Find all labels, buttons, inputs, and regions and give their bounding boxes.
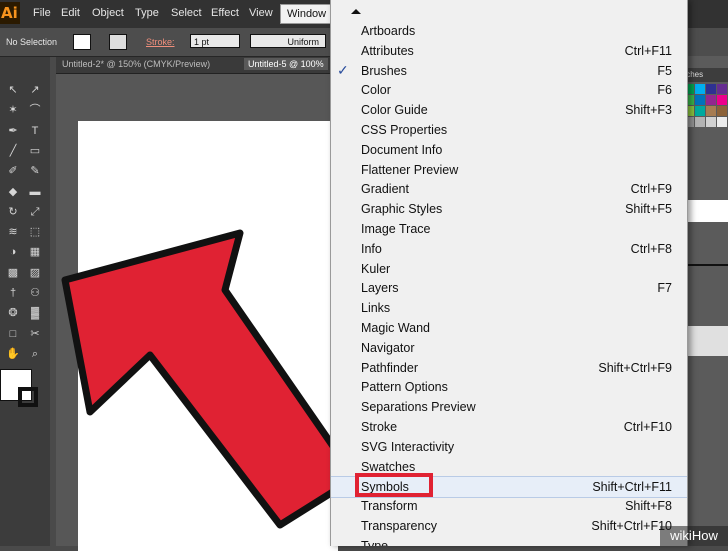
menu-item-label: Separations Preview [361, 400, 476, 415]
checkmark-icon: ✓ [337, 61, 349, 78]
menu-item-shortcut: Ctrl+F8 [630, 241, 672, 256]
menu-item-label: Flattener Preview [361, 162, 459, 177]
menu-item-label: Stroke [361, 420, 398, 434]
menu-item-label: Info [361, 241, 382, 256]
highlight-box [355, 473, 433, 498]
menu-item-color-guide[interactable]: Color Guide Shift+F3 [331, 100, 687, 120]
menu-item-brushes[interactable]: ✓ Brushes F5 [331, 61, 687, 81]
menu-item-label: Color [361, 83, 391, 98]
menu-item-shortcut: F6 [657, 83, 672, 98]
menu-item-label: SVG Interactivity [361, 439, 455, 454]
menu-item-label: Magic Wand [361, 321, 431, 335]
menu-item-label: CSS Properties [361, 123, 448, 137]
menu-item-label: Swatches [361, 459, 416, 474]
menu-item-transparency[interactable]: Transparency Shift+Ctrl+F10 [331, 516, 687, 536]
menu-item-label: Layers [361, 281, 399, 296]
menu-item-type[interactable]: Type [331, 536, 687, 546]
menu-item-shortcut: Shift+Ctrl+F9 [598, 360, 672, 375]
menu-item-pattern-options[interactable]: Pattern Options [331, 377, 687, 397]
menu-item-label: Type [361, 538, 389, 546]
menu-item-shortcut: F7 [657, 281, 672, 296]
menu-item-stroke[interactable]: Stroke Ctrl+F10 [331, 417, 687, 437]
menu-item-attributes[interactable]: Attributes Ctrl+F11 [331, 41, 687, 61]
menu-item-svg-interactivity[interactable]: SVG Interactivity [331, 437, 687, 457]
menu-item-label: Navigator [361, 340, 415, 355]
menu-item-artboards[interactable]: Artboards [331, 21, 687, 41]
menu-item-magic-wand[interactable]: Magic Wand [331, 318, 687, 338]
menu-item-label: Image Trace [361, 222, 431, 236]
menu-item-shortcut: Ctrl+F9 [630, 182, 672, 197]
menu-item-label: Pattern Options [361, 380, 448, 395]
watermark: wikiHow [660, 526, 728, 546]
menu-item-shortcut: Ctrl+F11 [624, 43, 672, 58]
menu-item-graphic-styles[interactable]: Graphic Styles Shift+F5 [331, 199, 687, 219]
window-menu-dropdown: Artboards Attributes Ctrl+F11 ✓ Brushes F5 Col… [330, 0, 688, 546]
menu-item-label: Transform [361, 499, 418, 514]
menu-item-label: Gradient [361, 182, 409, 197]
menu-item-document-info[interactable]: Document Info [331, 140, 687, 160]
menu-item-shortcut: Shift+F5 [625, 202, 672, 217]
menu-item-label: Pathfinder [361, 360, 418, 375]
menu-item-label: Graphic Styles [361, 202, 443, 217]
menu-item-label: Links [361, 301, 391, 316]
menu-item-gradient[interactable]: Gradient Ctrl+F9 [331, 179, 687, 199]
menu-item-shortcut: Shift+F8 [625, 499, 672, 514]
menu-item-navigator[interactable]: Navigator [331, 338, 687, 358]
menu-item-symbols[interactable]: Symbols Shift+Ctrl+F11 [331, 473, 687, 499]
menu-item-label: Document Info [361, 142, 443, 157]
menu-item-label: Kuler [361, 261, 391, 276]
menu-item-css-properties[interactable]: CSS Properties [331, 120, 687, 140]
menu-item-shortcut: Ctrl+F10 [623, 420, 672, 434]
menu-item-pathfinder[interactable]: Pathfinder Shift+Ctrl+F9 [331, 358, 687, 378]
scroll-up-arrow-icon[interactable] [351, 9, 361, 14]
menu-item-layers[interactable]: Layers F7 [331, 278, 687, 298]
menu-item-label: Attributes [361, 43, 414, 58]
menu-item-label: Color Guide [361, 103, 428, 118]
menu-item-shortcut: Shift+F3 [625, 103, 672, 118]
menu-item-label: Transparency [361, 519, 437, 533]
menu-item-label: Artboards [361, 24, 416, 38]
menu-item-image-trace[interactable]: Image Trace [331, 219, 687, 239]
menu-item-shortcut: F5 [657, 63, 672, 78]
menu-item-separations-preview[interactable]: Separations Preview [331, 397, 687, 417]
menu-item-label: Brushes [361, 63, 407, 78]
menu-item-color[interactable]: Color F6 [331, 80, 687, 100]
menu-item-info[interactable]: Info Ctrl+F8 [331, 239, 687, 259]
menu-item-links[interactable]: Links [331, 298, 687, 318]
menu-item-transform[interactable]: Transform Shift+F8 [331, 496, 687, 516]
menu-item-shortcut: Shift+Ctrl+F11 [592, 480, 672, 495]
menu-item-flattener-preview[interactable]: Flattener Preview [331, 160, 687, 180]
pointer-arrow [61, 229, 359, 529]
menu-item-kuler[interactable]: Kuler [331, 259, 687, 279]
